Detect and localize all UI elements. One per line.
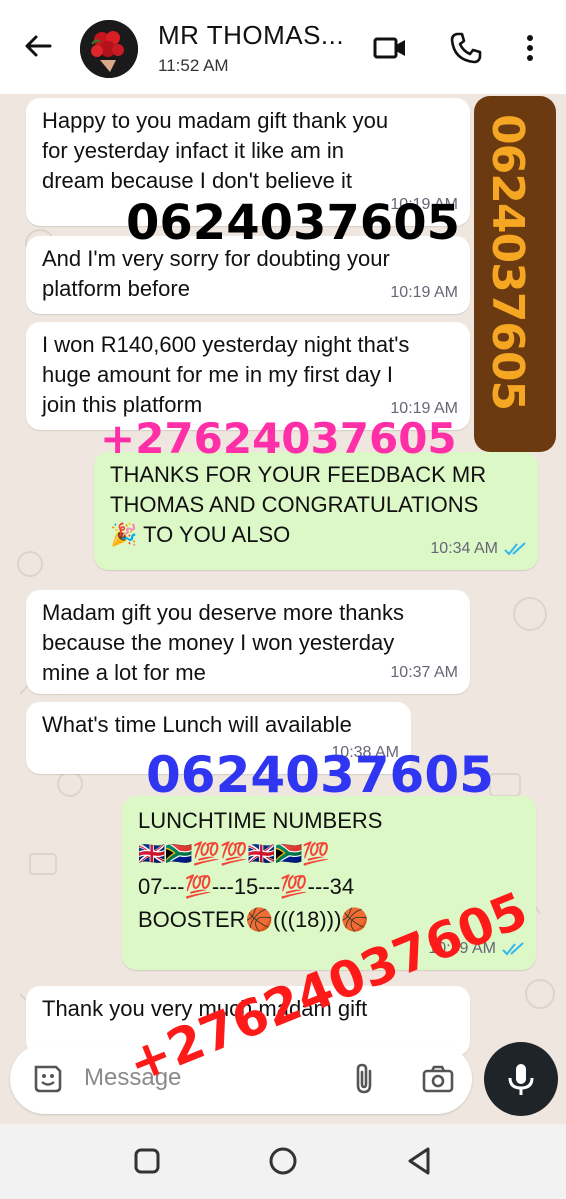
recent-apps-icon[interactable] (130, 1144, 164, 1178)
last-seen-status: 11:52 AM (158, 56, 229, 75)
back-nav-icon[interactable] (402, 1144, 436, 1178)
voice-record-button[interactable] (484, 1042, 558, 1116)
contact-avatar[interactable] (80, 20, 138, 78)
watermark-phone-black: 0624037605 (126, 195, 460, 251)
message-time: 10:34 AM (430, 540, 498, 557)
back-arrow-icon[interactable] (22, 30, 54, 62)
watermark-phone-vertical: 0624037605 (482, 114, 533, 411)
microphone-icon (508, 1064, 534, 1095)
watermark-phone-pink: +27624037605 (100, 414, 457, 463)
attach-paperclip-icon[interactable] (346, 1061, 382, 1097)
video-call-icon[interactable] (372, 30, 408, 66)
roses-avatar-icon (80, 20, 138, 78)
more-options-icon[interactable] (512, 30, 548, 66)
message-bubble-incoming[interactable]: Madam gift you deserve more thanks becau… (26, 590, 470, 694)
camera-icon[interactable] (420, 1061, 456, 1097)
watermark-phone-blue: 0624037605 (146, 746, 494, 804)
chat-header: MR THOMAS... 11:52 AM (0, 0, 566, 94)
message-time: 10:19 AM (390, 284, 458, 301)
contact-name[interactable]: MR THOMAS... (158, 20, 344, 51)
sticker-emoji-icon[interactable] (30, 1061, 66, 1097)
read-receipt-icon (504, 542, 526, 556)
home-icon[interactable] (266, 1144, 300, 1178)
system-navigation-bar (0, 1124, 566, 1199)
voice-call-icon[interactable] (448, 30, 484, 66)
message-time: 10:37 AM (390, 664, 458, 681)
message-input-bar[interactable]: Message (10, 1044, 472, 1114)
message-bubble-outgoing[interactable]: THANKS FOR YOUR FEEDBACK MR THOMAS AND C… (94, 452, 538, 570)
message-text: Happy to you madam gift thank you for ye… (42, 108, 389, 193)
message-text: What's time Lunch will available (42, 712, 352, 737)
